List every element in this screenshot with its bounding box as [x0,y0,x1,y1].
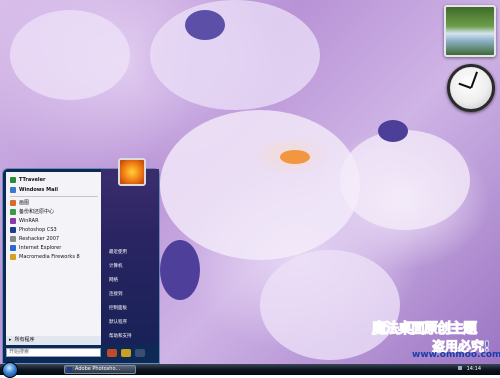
system-tray: 14:14 [458,365,500,374]
place-item-computer[interactable]: 计算机 [109,263,123,271]
taskbar-button-label: Adobe Photosho... [75,366,121,372]
wallpaper-petal [185,10,225,40]
start-menu-programs-pane: TTraveler Windows Mail 画图 备份和还原中心 WinRAR… [6,172,101,344]
tool-icon [10,235,16,242]
backup-icon [10,208,16,215]
wallpaper-petal [160,110,360,260]
place-item-help[interactable]: 帮助和支持 [109,333,132,341]
start-menu: TTraveler Windows Mail 画图 备份和还原中心 WinRAR… [2,168,160,364]
arrow-right-icon: ▸ [9,337,12,343]
fireworks-icon [10,253,16,260]
start-menu-places-pane: 最近使用 计算机 网络 连接到 控制面板 默认程序 帮助和支持 [101,169,159,345]
taskbar: Adobe Photosho... 14:14 [0,362,500,378]
recent-item[interactable]: Macromedia Fireworks 8 [10,252,80,262]
slideshow-gadget[interactable] [444,5,496,57]
pinned-item-windows-mail[interactable]: Windows Mail [10,185,58,195]
taskbar-button-photoshop[interactable]: Adobe Photosho... [64,365,136,374]
user-avatar[interactable] [118,158,146,186]
taskbar-clock[interactable]: 14:14 [467,366,481,372]
watermark-url: www.ommoo.com [412,350,500,360]
wallpaper-petal [340,130,470,230]
browser-icon [10,176,16,183]
wallpaper-petal [10,10,130,100]
winrar-icon [10,217,16,224]
place-item-connect-to[interactable]: 连接到 [109,291,123,299]
wallpaper-petal [260,250,400,360]
photoshop-icon [67,367,72,372]
place-item-network[interactable]: 网络 [109,277,118,285]
tray-icon[interactable] [458,366,462,370]
place-item-control-panel[interactable]: 控制面板 [109,305,127,313]
ie-icon [10,244,16,251]
clock-minute-hand [470,71,478,89]
clock-gadget[interactable] [447,64,495,112]
place-item-recent[interactable]: 最近使用 [109,249,127,257]
pinned-item-ttraveler[interactable]: TTraveler [10,175,45,185]
all-programs-button[interactable]: ▸ 所有程序 [6,336,101,345]
paint-icon [10,199,16,206]
clock-hour-hand [458,82,472,89]
start-button[interactable] [2,362,18,378]
watermark-title: 魔法桌面原创主题 [372,321,478,338]
photoshop-icon [10,226,16,233]
lock-button[interactable] [121,349,131,357]
place-item-default-programs[interactable]: 默认程序 [109,319,127,327]
wallpaper-petal [150,0,320,110]
wallpaper-petal [280,150,310,164]
wallpaper-petal [378,120,408,142]
wallpaper-petal [160,240,200,300]
power-button[interactable] [107,349,117,357]
menu-separator [10,196,98,197]
start-search-input[interactable]: 开始搜索 [6,348,101,357]
mail-icon [10,186,16,193]
power-options-button[interactable] [135,349,145,357]
